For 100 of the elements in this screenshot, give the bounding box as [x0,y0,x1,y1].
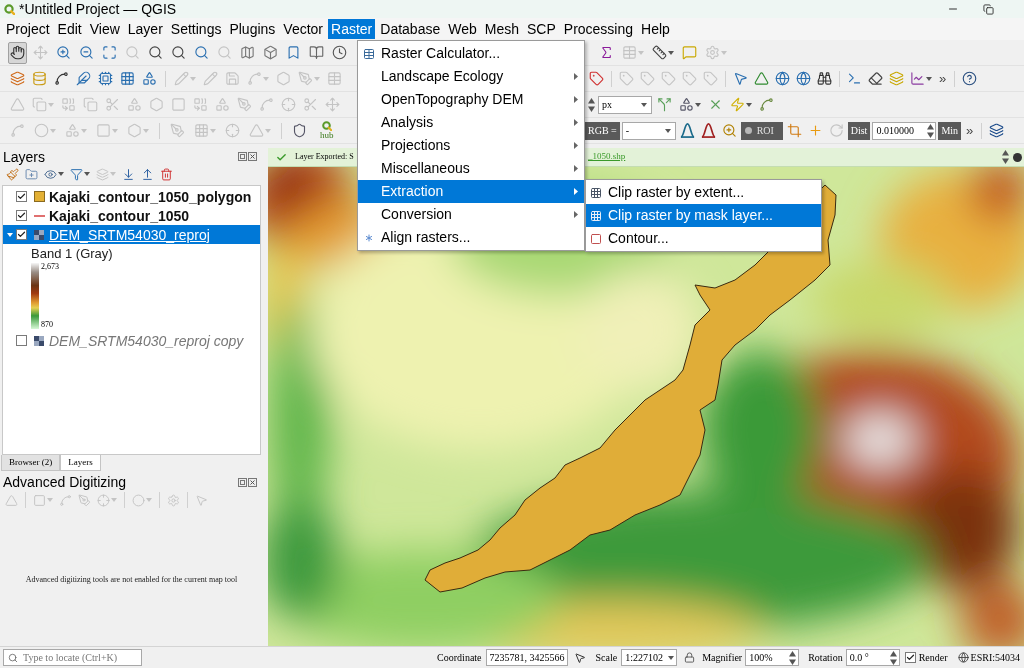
spin-arrows-icon[interactable] [1002,150,1009,164]
close-icon[interactable] [248,152,257,161]
caret-icon [143,128,149,133]
spin-arrows-icon [789,650,797,665]
layer-name: Kajaki_contour_1050 [49,208,190,223]
menu-item[interactable]: Raster Calculator... [358,42,584,65]
caret-icon [668,50,674,55]
checkbox[interactable] [16,210,27,221]
field-label: Min [938,121,962,140]
menu-item[interactable]: Vector [280,19,327,39]
dropdown[interactable]: px [598,95,652,114]
magnifier-field[interactable]: 100% [745,649,800,666]
menu-item[interactable]: Layer [124,19,166,39]
check-icon [17,230,26,239]
ramp-max-label: 2,673 [41,263,59,271]
layer-name: DEM_SRTM54030_reproj copy [49,333,244,348]
field-label: Dist [847,121,871,140]
expand-arrow-icon[interactable] [6,232,13,237]
hand-button[interactable] [8,41,27,64]
menu-item[interactable]: Landscape Ecology [358,65,584,88]
menu-item[interactable]: Settings [167,19,225,39]
submenu-arrow-icon [574,142,578,149]
overflow-button[interactable]: » [936,72,950,85]
layer-row[interactable]: Kajaki_contour_1050_polygon [3,187,260,206]
checker-icon [34,335,44,346]
menu-item[interactable]: Processing [560,19,637,39]
menu-item[interactable]: Plugins [226,19,279,39]
color-ramp-icon [31,263,39,329]
layer-row[interactable]: DEM_SRTM54030_reproj copy [3,331,260,350]
checkbox[interactable] [16,229,27,240]
crs-button[interactable]: ESRI:54034 [957,650,1020,665]
caret-icon [314,76,320,81]
restore-icon[interactable] [983,3,994,15]
dot-icon [744,127,752,134]
menu-item[interactable]: Web [445,19,480,39]
info-message: Advanced digitizing tools are not enabled for the current map tool [25,573,238,586]
grid-icon [590,186,602,199]
checkbox[interactable] [904,652,916,663]
menu-item[interactable]: OpenTopography DEM [358,88,584,111]
checkbox[interactable] [16,191,27,202]
checker-icon [34,229,44,240]
caret-icon [50,128,56,133]
scale-dropdown[interactable]: 1:227102 [621,649,678,666]
rotation-field[interactable]: 0.0 ° [845,649,900,666]
caret-icon [721,50,727,55]
overflow-button[interactable]: » [963,124,977,137]
magnifier-label: Magnifier [702,651,743,665]
menu-item[interactable]: SCP [524,19,559,39]
menu-item[interactable]: Raster [328,19,376,39]
layer-row[interactable]: Kajaki_contour_1050 [3,206,260,225]
close-icon[interactable] [1013,152,1022,162]
panel-title: Advanced Digitizing [3,475,126,489]
check-icon [905,653,915,662]
caret-icon [58,172,64,176]
check-icon [17,192,26,201]
float-icon[interactable] [238,477,247,487]
crosshair-button[interactable] [95,491,119,509]
close-icon[interactable] [248,477,257,487]
float-icon[interactable] [238,152,247,161]
menu-item[interactable]: Projections [358,134,584,157]
menu-item[interactable]: Conversion [358,203,584,226]
menu-item[interactable]: Contour... [586,227,821,250]
menu-item[interactable]: Miscellaneous [358,157,584,180]
scale-label: Scale [595,651,618,665]
lock-icon[interactable] [684,652,696,663]
caret-icon [638,50,644,55]
menu-item[interactable]: Analysis [358,111,584,134]
logo-icon [321,121,332,131]
band-label: Band 1 (Gray) [31,244,113,263]
circle-button[interactable] [130,491,154,509]
menu-item[interactable]: Database [377,19,444,39]
menu-item[interactable]: Extraction [358,180,584,203]
menu-item[interactable]: Edit [54,19,85,39]
menu-item[interactable]: Clip raster by extent... [586,181,821,204]
caret-icon [746,102,752,107]
field-label: RGB = [585,121,620,140]
menu-item[interactable]: Project [3,19,53,39]
layer-row[interactable]: DEM_SRTM54030_reproj [3,225,260,244]
hub-button[interactable]: hub [320,118,334,143]
checkbox[interactable] [16,335,27,346]
tab[interactable]: Browser (2) [1,455,61,471]
menu-item[interactable]: Help [638,19,673,39]
caret-icon [263,76,269,81]
pointer-icon[interactable] [573,651,586,664]
roi-button[interactable]: ROI [740,121,783,140]
spin-arrows-icon[interactable] [588,97,595,112]
search-field[interactable]: Type to locate (Ctrl+K) [3,649,142,666]
menu-item[interactable]: Align rasters... [358,226,584,249]
menu-item[interactable]: View [86,19,123,39]
globe-icon [957,652,969,663]
dropdown[interactable]: - [621,121,676,140]
check-icon [17,211,26,220]
spin-field[interactable]: 0.010000 [872,121,937,140]
menu-item[interactable]: Clip raster by mask layer... [586,204,821,227]
coordinate-field[interactable]: 7235781, 3425566 [485,649,568,666]
submenu-arrow-icon [574,73,578,80]
tab[interactable]: Layers [60,455,101,471]
panel-title: Layers [3,149,46,164]
menu-item[interactable]: Mesh [481,19,522,39]
layer-name: Kajaki_contour_1050_polygon [49,189,252,204]
